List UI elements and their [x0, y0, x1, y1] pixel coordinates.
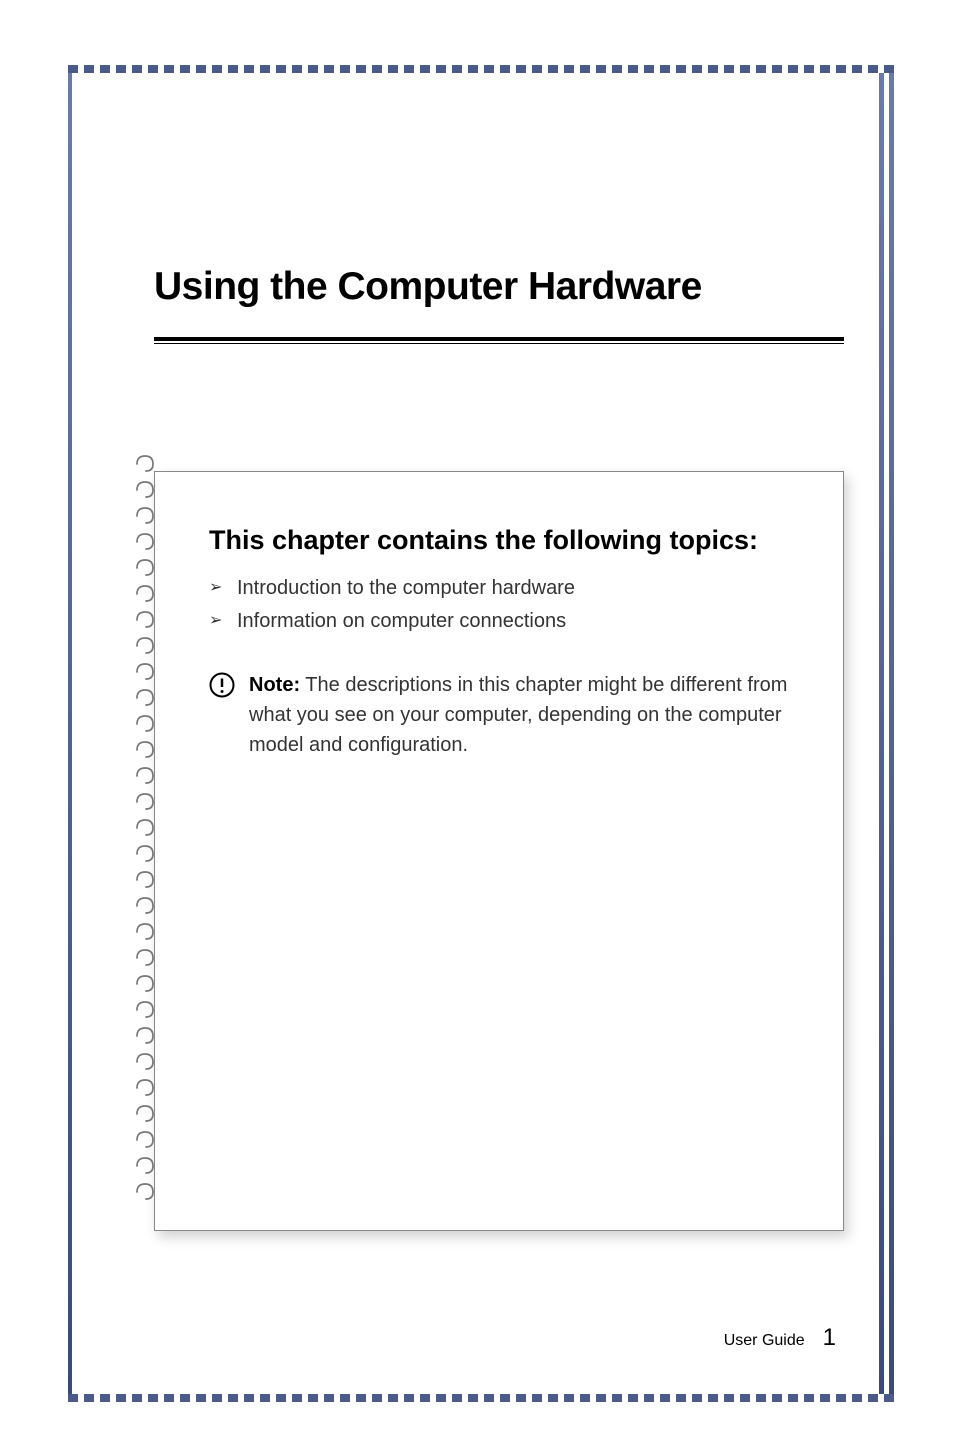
spiral-binding [134, 453, 164, 1213]
spiral-ring-icon [134, 791, 156, 813]
info-heading: This chapter contains the following topi… [209, 522, 809, 558]
note-body: The descriptions in this chapter might b… [249, 674, 787, 756]
footer-label: User Guide [724, 1332, 805, 1350]
spiral-ring-icon [134, 1051, 156, 1073]
border-left [68, 73, 72, 1394]
spiral-ring-icon [134, 583, 156, 605]
border-right-outer [889, 73, 894, 1394]
spiral-ring-icon [134, 895, 156, 917]
spiral-ring-icon [134, 1181, 156, 1203]
spiral-ring-icon [134, 453, 156, 475]
spiral-ring-icon [134, 661, 156, 683]
spiral-ring-icon [134, 713, 156, 735]
spiral-ring-icon [134, 1155, 156, 1177]
spiral-ring-icon [134, 687, 156, 709]
border-top [68, 65, 894, 73]
spiral-ring-icon [134, 505, 156, 527]
spiral-ring-icon [134, 765, 156, 787]
spiral-ring-icon [134, 869, 156, 891]
spiral-ring-icon [134, 609, 156, 631]
spiral-ring-icon [134, 1025, 156, 1047]
topic-list: Introduction to the computer hardware In… [209, 572, 809, 638]
spiral-ring-icon [134, 973, 156, 995]
spiral-ring-icon [134, 999, 156, 1021]
chapter-title: Using the Computer Hardware [154, 265, 854, 309]
info-box-wrapper: This chapter contains the following topi… [154, 471, 844, 1231]
page-number: 1 [823, 1324, 836, 1352]
spiral-ring-icon [134, 947, 156, 969]
important-icon [209, 672, 235, 698]
info-box: This chapter contains the following topi… [154, 471, 844, 1231]
spiral-ring-icon [134, 557, 156, 579]
border-right-inner [879, 73, 884, 1394]
spiral-ring-icon [134, 1103, 156, 1125]
note-text: Note: The descriptions in this chapter m… [249, 670, 789, 760]
topic-item: Introduction to the computer hardware [209, 572, 809, 605]
spiral-ring-icon [134, 817, 156, 839]
topic-item: Information on computer connections [209, 605, 809, 638]
spiral-ring-icon [134, 635, 156, 657]
spiral-ring-icon [134, 1077, 156, 1099]
spiral-ring-icon [134, 479, 156, 501]
spiral-ring-icon [134, 739, 156, 761]
border-bottom [68, 1394, 894, 1402]
page-footer: User Guide 1 [724, 1324, 836, 1352]
page-content: Using the Computer Hardware This chapter… [98, 105, 854, 1362]
spiral-ring-icon [134, 921, 156, 943]
spiral-ring-icon [134, 531, 156, 553]
spiral-ring-icon [134, 843, 156, 865]
page-frame: Using the Computer Hardware This chapter… [68, 65, 894, 1402]
title-underline [154, 337, 844, 341]
spiral-ring-icon [134, 1129, 156, 1151]
note-block: Note: The descriptions in this chapter m… [209, 670, 809, 760]
note-label: Note: [249, 674, 300, 696]
